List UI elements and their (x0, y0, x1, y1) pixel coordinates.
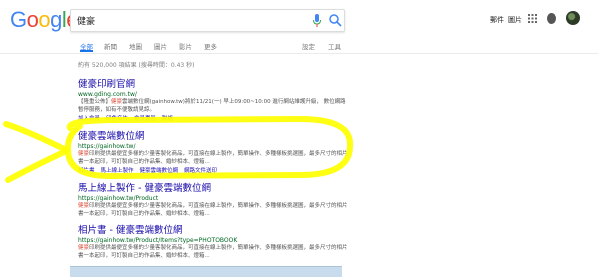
result-url[interactable]: https://gainhow.tw/ (78, 143, 350, 150)
result-title[interactable]: 健豪印刷官網 (78, 76, 350, 90)
result-title[interactable]: 健豪雲端數位網 (78, 128, 350, 142)
snippet-text: 印刷提供最便宜多樣的少量客製化商品，可直接在線上製作，簡單操作、多種樣板挑選圖，… (89, 203, 326, 209)
tab-news[interactable]: 新聞 (104, 41, 117, 51)
sitelink[interactable]: 加入會員 (78, 116, 100, 122)
search-box[interactable]: 健豪 (70, 9, 345, 32)
microphone-icon[interactable] (312, 14, 322, 27)
result-sitelinks: 加入會員 印色名片 會員專區 聯絡 (78, 114, 350, 122)
search-result: 健豪印刷官網 www.gding.com.tw/ 【隆重公佈】健豪雲端數位網(g… (78, 76, 350, 122)
tab-more[interactable]: 更多 (204, 41, 217, 51)
sitelink[interactable]: 印色名片 (106, 116, 128, 122)
snippet-keyword: 健豪 (111, 99, 123, 105)
sitelink[interactable]: 網路文件送印 (184, 168, 217, 174)
result-snippet: 健豪印刷提供最便宜多樣的少量客製化商品，可直接在線上製作，簡單操作、多種樣板挑選… (78, 151, 350, 166)
search-result: 健豪雲端數位網 https://gainhow.tw/ 健豪印刷提供最便宜多樣的… (78, 128, 350, 174)
google-logo[interactable]: Google (10, 7, 79, 32)
notifications-icon[interactable] (547, 13, 556, 24)
images-link[interactable]: 圖片 (508, 15, 522, 25)
tab-tools[interactable]: 工具 (328, 41, 341, 51)
snippet-text: 印刷提供最便宜多樣的少量客製化商品，可直接在線上製作，簡單操作、多種樣板挑選圖，… (89, 245, 326, 251)
sitelink[interactable]: 會員專區 (134, 116, 156, 122)
result-url[interactable]: www.gding.com.tw/ (78, 91, 350, 98)
result-title[interactable]: 馬上線上製作 - 健豪雲端數位網 (78, 180, 350, 194)
result-url[interactable]: https://gainhow.tw/Product (78, 195, 350, 202)
sitelink[interactable]: 馬上線上製作 (101, 168, 134, 174)
snippet-text: 雲端數位網(gainhow.tw)將於11/21(一) 早上09:00~10:0… (122, 99, 341, 105)
result-snippet: 健豪印刷提供最便宜多樣的少量客製化商品，可直接在線上製作，簡單操作、多種樣板挑選… (78, 203, 350, 218)
sitelink[interactable]: 相片書 (78, 168, 95, 174)
result-snippet: 【隆重公佈】健豪雲端數位網(gainhow.tw)將於11/21(一) 早上09… (78, 99, 350, 114)
snippet-text: 【隆重公佈】 (78, 99, 112, 105)
mail-link[interactable]: 郵件 (490, 15, 504, 25)
snippet-keyword: 健豪 (78, 151, 90, 157)
search-icon[interactable] (328, 13, 342, 28)
tab-settings[interactable]: 設定 (302, 41, 315, 51)
sitelink[interactable]: 聯絡 (162, 116, 173, 122)
search-input[interactable]: 健豪 (77, 14, 95, 27)
tabs-divider (0, 53, 598, 54)
map-thumbnail[interactable] (70, 266, 342, 277)
logo-letter: G (10, 7, 27, 32)
search-result: 相片書 - 健豪雲端數位網 https://gainhow.tw/Product… (78, 222, 350, 260)
sitelink[interactable]: 健豪雲端數位網 (140, 168, 179, 174)
result-stats: 約有 520,000 項結果 (搜尋時間：0.43 秒) (78, 62, 195, 69)
tab-images[interactable]: 圖片 (154, 41, 167, 51)
logo-letter: g (50, 7, 62, 32)
apps-grid-icon[interactable] (528, 14, 537, 23)
result-title[interactable]: 相片書 - 健豪雲端數位網 (78, 222, 350, 236)
result-sitelinks: 相片書 馬上線上製作 健豪雲端數位網 網路文件送印 (78, 166, 350, 174)
snippet-keyword: 健豪 (78, 203, 90, 209)
snippet-keyword: 健豪 (78, 245, 90, 251)
logo-letter: o (26, 7, 39, 32)
logo-letter: o (38, 7, 51, 32)
avatar[interactable] (566, 11, 580, 25)
result-snippet: 健豪印刷提供最便宜多樣的少量客製化商品，可直接在線上製作，簡單操作、多種樣板挑選… (78, 245, 350, 260)
tab-maps[interactable]: 地圖 (129, 41, 142, 51)
snippet-text: 印刷提供最便宜多樣的少量客製化商品，可直接在線上製作，簡單操作、多種樣板挑選圖，… (89, 151, 326, 157)
active-tab-indicator (80, 50, 93, 52)
result-url[interactable]: https://gainhow.tw/Product/Items?type=PH… (78, 237, 350, 244)
tab-videos[interactable]: 影片 (179, 41, 192, 51)
search-result: 馬上線上製作 - 健豪雲端數位網 https://gainhow.tw/Prod… (78, 180, 350, 218)
